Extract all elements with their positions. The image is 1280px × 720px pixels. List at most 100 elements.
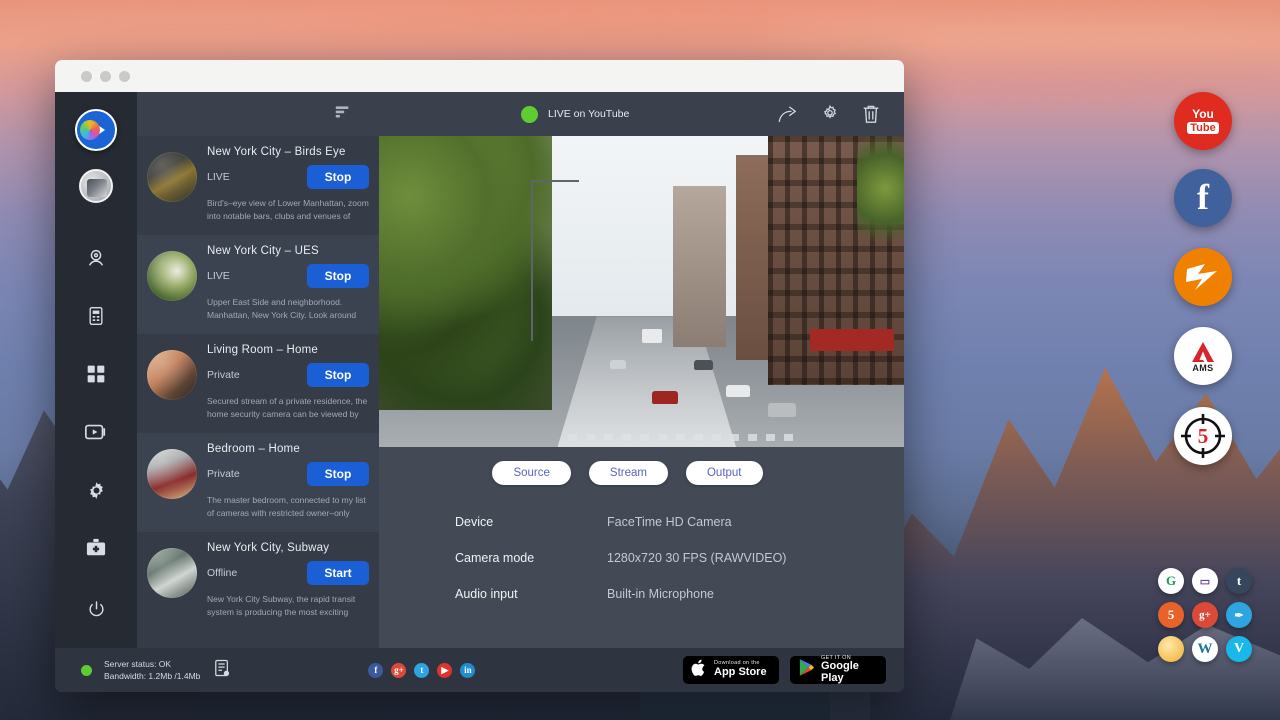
video-trees-left [379,136,552,410]
tumblr-mini-icon[interactable]: t [1226,568,1252,594]
camera-status: Private [207,369,240,381]
detail-value[interactable]: FaceTime HD Camera [607,515,732,529]
detail-label: Device [455,515,607,529]
tab-output[interactable]: Output [686,461,763,485]
server-status-text: Server status: OK Bandwidth: 1.2Mb /1.4M… [104,658,200,683]
app-window: New York City – Birds Eye LIVE Stop Bird… [55,60,904,692]
sort-icon[interactable] [334,103,351,125]
camera-action-button[interactable]: Stop [307,165,369,189]
camera-status: LIVE [207,171,230,183]
wowza-bolt-icon [1183,260,1223,294]
camera-list-item[interactable]: Living Room – Home Private Stop Secured … [137,334,379,433]
live-status-label: LIVE on YouTube [548,108,629,120]
youtube-dock-icon[interactable]: You Tube [1174,92,1232,150]
video-vehicle [726,385,750,397]
adobe-ams-dock-icon[interactable]: AMS [1174,327,1232,385]
facebook-f-glyph: f [1197,179,1209,215]
camera-list-item[interactable]: New York City – UES LIVE Stop Upper East… [137,235,379,334]
camera-list-toolbar [137,92,379,136]
video-crosswalk [568,434,799,441]
bandwidth-label: Bandwidth: 1.2Mb /1.4Mb [104,671,200,681]
target-5-dock-icon[interactable]: 5 [1174,407,1232,465]
yellow-mini-icon[interactable] [1158,636,1184,662]
detail-tabs: Source Stream Output [379,447,876,485]
live-indicator-dot [521,106,538,123]
twitter-mini-icon[interactable]: ✒ [1226,602,1252,628]
server-status-dot [81,665,92,676]
camera-action-button[interactable]: Start [307,561,369,585]
mobile-device-icon[interactable] [79,299,113,333]
video-lamp-post [531,180,533,342]
twitter-icon[interactable]: t [414,663,429,678]
camera-description: Upper East Side and neighborhood. Manhat… [207,296,369,322]
logo-swirl [80,120,100,140]
app-store-badge[interactable]: Download on the App Store [683,656,779,684]
video-vehicle [610,360,626,369]
video-player-icon[interactable] [79,415,113,449]
app-store-badges: Download on the App Store GE [683,656,886,684]
window-titlebar [55,60,904,92]
camera-action-button[interactable]: Stop [307,264,369,288]
gear-icon[interactable] [820,104,840,124]
video-lamp-arm [531,180,578,182]
five-mini-icon[interactable]: 5 [1158,602,1184,628]
detail-value[interactable]: Built-in Microphone [607,587,714,601]
main-panel: LIVE on YouTube [379,92,904,648]
camera-list-item[interactable]: New York City – Birds Eye LIVE Stop Bird… [137,136,379,235]
wowza-dock-icon[interactable] [1174,248,1232,306]
server-status-label: Server status: OK [104,659,171,669]
google-play-badge[interactable]: GET IT ON Google Play [790,656,886,684]
webcam-icon[interactable] [79,241,113,275]
document-log-icon[interactable] [214,659,230,682]
trash-icon[interactable] [862,104,880,125]
youtube-you-text: You [1192,108,1214,120]
app-logo-icon[interactable] [75,109,117,151]
window-minimize-button[interactable] [100,71,111,82]
live-status-badge: LIVE on YouTube [521,106,629,123]
grid-apps-icon[interactable] [79,357,113,391]
window-body: New York City – Birds Eye LIVE Stop Bird… [55,92,904,648]
video-vehicle [768,403,796,417]
detail-value[interactable]: 1280x720 30 FPS (RAWVIDEO) [607,551,786,565]
window-close-button[interactable] [81,71,92,82]
gear-icon[interactable] [79,473,113,507]
video-preview[interactable] [379,136,904,447]
detail-label: Audio input [455,587,607,601]
detail-row: Device FaceTime HD Camera [455,515,904,529]
facebook-dock-icon[interactable]: f [1174,169,1232,227]
linkedin-icon[interactable]: in [460,663,475,678]
camera-description: Secured stream of a private residence, t… [207,395,369,421]
window-maximize-button[interactable] [119,71,130,82]
power-icon[interactable] [79,592,113,626]
tab-source[interactable]: Source [492,461,570,485]
camera-title: New York City – Birds Eye [207,146,369,158]
wordpress-mini-icon[interactable]: W [1192,636,1218,662]
camera-description: Bird's–eye view of Lower Manhattan, zoom… [207,197,369,223]
grammarly-mini-icon[interactable]: G [1158,568,1184,594]
twitch-mini-icon[interactable]: ▭ [1192,568,1218,594]
google-play-icon [798,658,815,682]
desktop-background: New York City – Birds Eye LIVE Stop Bird… [0,0,1280,720]
first-aid-kit-icon[interactable] [79,531,113,565]
camera-thumbnail [147,449,197,499]
camera-status: LIVE [207,270,230,282]
user-avatar-icon[interactable] [79,169,113,203]
camera-title: New York City, Subway [207,542,369,554]
camera-list-item[interactable]: New York City, Subway Offline Start New … [137,532,379,631]
facebook-icon[interactable]: f [368,663,383,678]
youtube-icon[interactable]: ▶ [437,663,452,678]
tab-stream[interactable]: Stream [589,461,668,485]
toolbar-actions [777,104,880,125]
adobe-a-icon [1190,340,1216,364]
camera-list-item[interactable]: Bedroom – Home Private Stop The master b… [137,433,379,532]
share-icon[interactable] [777,105,798,124]
camera-status: Offline [207,567,237,579]
vimeo-mini-icon[interactable]: V [1226,636,1252,662]
sidebar-rail [55,92,137,648]
detail-row: Camera mode 1280x720 30 FPS (RAWVIDEO) [455,551,904,565]
google-plus-mini-icon[interactable]: g+ [1192,602,1218,628]
google-plus-icon[interactable]: g+ [391,663,406,678]
camera-action-button[interactable]: Stop [307,363,369,387]
camera-action-button[interactable]: Stop [307,462,369,486]
camera-description: The master bedroom, connected to my list… [207,494,369,520]
